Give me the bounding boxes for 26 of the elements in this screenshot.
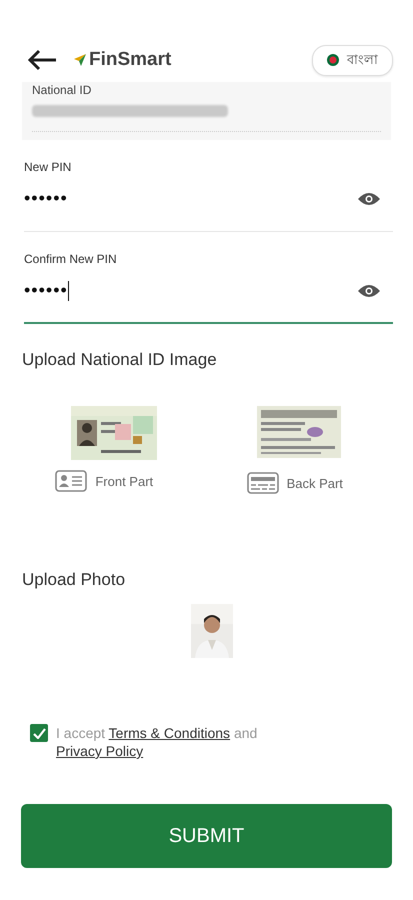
eye-icon[interactable]	[357, 190, 381, 206]
submit-button[interactable]: SUBMIT	[21, 804, 392, 868]
upload-caption[interactable]: Back Part	[286, 476, 343, 490]
id-card-icon	[55, 470, 88, 492]
logo-icon	[74, 54, 86, 66]
back-icon[interactable]	[26, 48, 58, 72]
pin-value: ••••••	[24, 188, 68, 209]
pin-field[interactable]: Confirm New PIN ••••••	[24, 232, 393, 324]
pin-field[interactable]: New PIN ••••••	[24, 140, 393, 232]
privacy-link[interactable]: Privacy Policy	[56, 743, 144, 759]
flag-icon	[327, 54, 339, 66]
eye-icon[interactable]	[357, 282, 381, 298]
upload-caption[interactable]: Front Part	[95, 474, 154, 488]
field-label: New PIN	[24, 160, 72, 174]
field-label: National ID	[32, 83, 92, 97]
text-cursor	[68, 280, 70, 300]
section-title: Upload Photo	[22, 570, 126, 590]
pin-value: ••••••	[24, 280, 68, 301]
language-button[interactable]: বাংলা	[312, 44, 393, 76]
section-title: Upload National ID Image	[22, 350, 218, 370]
brand-name: FinSmart	[89, 49, 172, 71]
consent-text: I accept Terms & Conditions and Privacy Policy	[56, 724, 258, 760]
terms-link[interactable]: Terms & Conditions	[108, 725, 230, 741]
checkbox[interactable]	[30, 724, 48, 742]
card-back-icon	[246, 472, 279, 494]
field-label: Confirm New PIN	[24, 252, 118, 266]
